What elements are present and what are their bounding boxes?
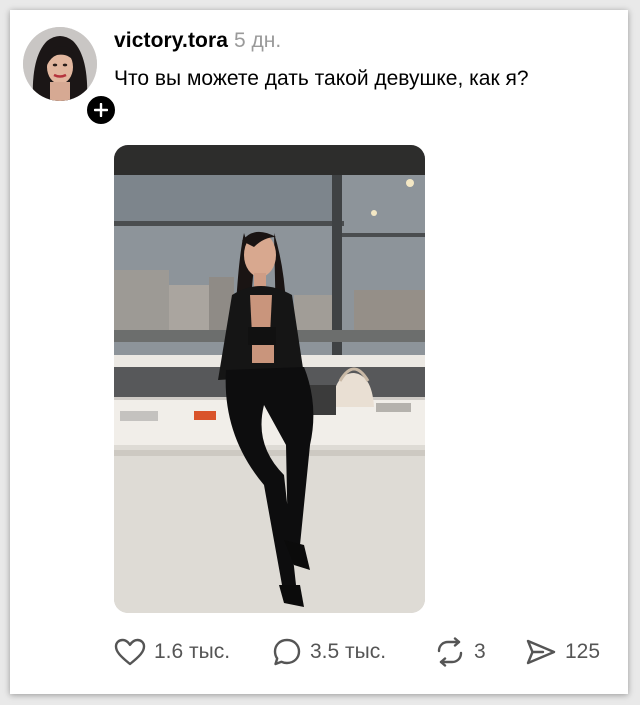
- repost-count: 3: [474, 640, 486, 663]
- like-button[interactable]: 1.6 тыс.: [114, 632, 230, 672]
- repost-icon: [437, 637, 463, 667]
- post-actions: 1.6 тыс. 3.5 тыс. 3 125: [114, 632, 614, 672]
- repost-button[interactable]: 3: [434, 632, 486, 672]
- send-icon: [526, 639, 556, 665]
- comment-button[interactable]: 3.5 тыс.: [272, 632, 386, 672]
- thread-post-card: victory.tora 5 дн. Что вы можете дать так…: [10, 10, 628, 694]
- post-text: Что вы можете дать такой девушке, как я?: [114, 67, 529, 90]
- heart-icon: [114, 638, 146, 666]
- follow-button[interactable]: [84, 93, 118, 127]
- comment-bubble-icon: [273, 638, 301, 666]
- share-button[interactable]: 125: [525, 632, 600, 672]
- comment-count: 3.5 тыс.: [310, 640, 387, 663]
- username-link[interactable]: victory.tora: [114, 29, 228, 52]
- post-time: 5 дн.: [234, 29, 282, 52]
- post-header: victory.tora 5 дн.: [114, 29, 281, 53]
- share-count: 125: [565, 640, 601, 663]
- plus-icon: [94, 103, 108, 117]
- like-count: 1.6 тыс.: [154, 640, 231, 663]
- avatar-container[interactable]: [23, 27, 118, 127]
- avatar[interactable]: [23, 27, 97, 101]
- post-photo[interactable]: [114, 145, 425, 613]
